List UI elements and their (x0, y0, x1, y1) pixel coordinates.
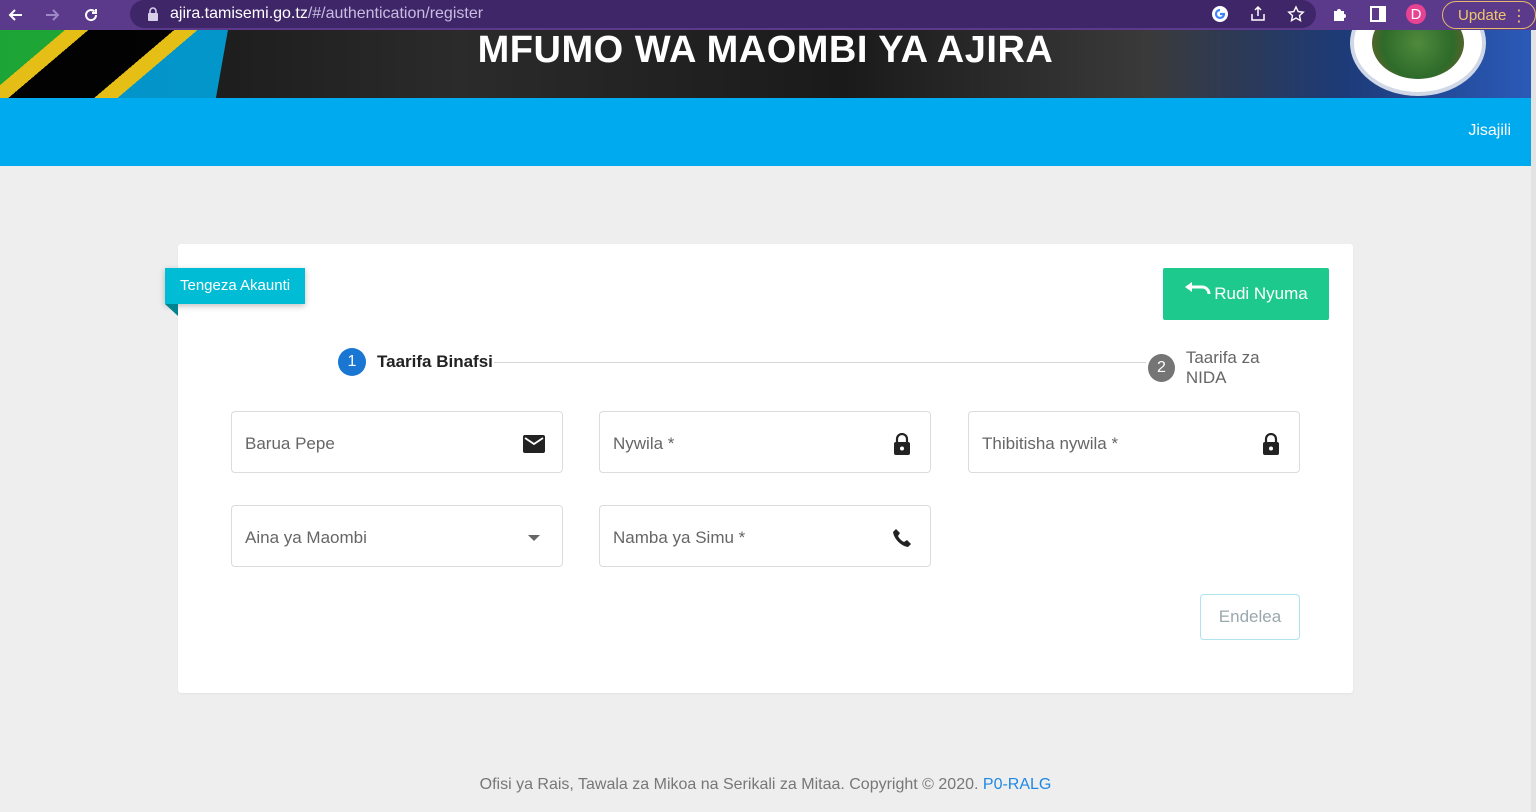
step-label: Taarifa Binafsi (377, 352, 493, 371)
lock-icon (148, 7, 158, 21)
footer-text: Ofisi ya Rais, Tawala za Mikoa na Serika… (479, 776, 983, 793)
email-placeholder: Barua Pepe (245, 434, 335, 453)
confirm-password-placeholder: Thibitisha nywila * (982, 434, 1119, 453)
coat-of-arms-logo (1350, 30, 1486, 96)
lock-icon (890, 432, 914, 456)
scrollbar-track[interactable] (1531, 30, 1536, 812)
ribbon-fold (165, 304, 178, 316)
extensions-puzzle-icon[interactable] (1330, 4, 1350, 24)
google-icon[interactable] (1210, 4, 1230, 24)
continue-button[interactable]: Endelea (1200, 594, 1300, 640)
password-field[interactable]: Nywila * (599, 411, 931, 473)
undo-arrow-icon (1185, 282, 1211, 295)
password-placeholder: Nywila * (613, 434, 675, 453)
step-number: 1 (338, 348, 366, 376)
side-panel-icon[interactable] (1368, 4, 1388, 24)
step-personal-info[interactable]: 1 Taarifa Binafsi (338, 348, 493, 376)
stepper: 1 Taarifa Binafsi 2 Taarifa za NIDA (338, 348, 1300, 387)
menu-dots-icon[interactable]: ⋮ (1511, 6, 1527, 26)
step-label: Taarifa za NIDA (1185, 348, 1260, 387)
register-link[interactable]: Jisajili (1468, 122, 1511, 140)
banner-title: MFUMO WA MAOMBI YA AJIRA (477, 30, 1054, 71)
footer: Ofisi ya Rais, Tawala za Mikoa na Serika… (0, 776, 1531, 794)
reload-icon[interactable] (76, 0, 106, 30)
update-button[interactable]: Update ⋮ (1442, 1, 1536, 29)
profile-avatar[interactable]: D (1406, 4, 1426, 24)
confirm-password-field[interactable]: Thibitisha nywila * (968, 411, 1300, 473)
bookmark-star-icon[interactable] (1286, 4, 1306, 24)
browser-toolbar: ajira.tamisemi.go.tz/#/authentication/re… (0, 0, 1536, 30)
navbar: Jisajili (0, 98, 1531, 166)
url-text: ajira.tamisemi.go.tz/#/authentication/re… (170, 5, 484, 22)
back-arrow-icon[interactable] (0, 0, 30, 30)
register-card: Tengeza Akaunti Rudi Nyuma 1 Taarifa Bin… (165, 244, 1353, 693)
lock-icon (1259, 432, 1283, 456)
forward-arrow-icon[interactable] (38, 0, 68, 30)
card-ribbon-title: Tengeza Akaunti (165, 268, 306, 304)
phone-icon (890, 526, 914, 550)
phone-placeholder: Namba ya Simu * (613, 528, 746, 547)
mail-icon (522, 432, 546, 456)
phone-field[interactable]: Namba ya Simu * (599, 505, 931, 567)
header-banner: MFUMO WA MAOMBI YA AJIRA (0, 30, 1531, 98)
back-button[interactable]: Rudi Nyuma (1163, 268, 1329, 320)
address-bar[interactable]: ajira.tamisemi.go.tz/#/authentication/re… (130, 0, 1316, 28)
application-type-select[interactable]: Aina ya Maombi (231, 505, 563, 567)
email-field[interactable]: Barua Pepe (231, 411, 563, 473)
step-number: 2 (1148, 354, 1175, 382)
application-type-placeholder: Aina ya Maombi (245, 528, 367, 547)
step-connector (494, 362, 1146, 363)
footer-link[interactable]: P0-RALG (983, 776, 1051, 793)
dropdown-arrow-icon (522, 526, 546, 550)
share-icon[interactable] (1248, 4, 1268, 24)
step-nida-info[interactable]: 2 Taarifa za NIDA (1148, 348, 1300, 388)
